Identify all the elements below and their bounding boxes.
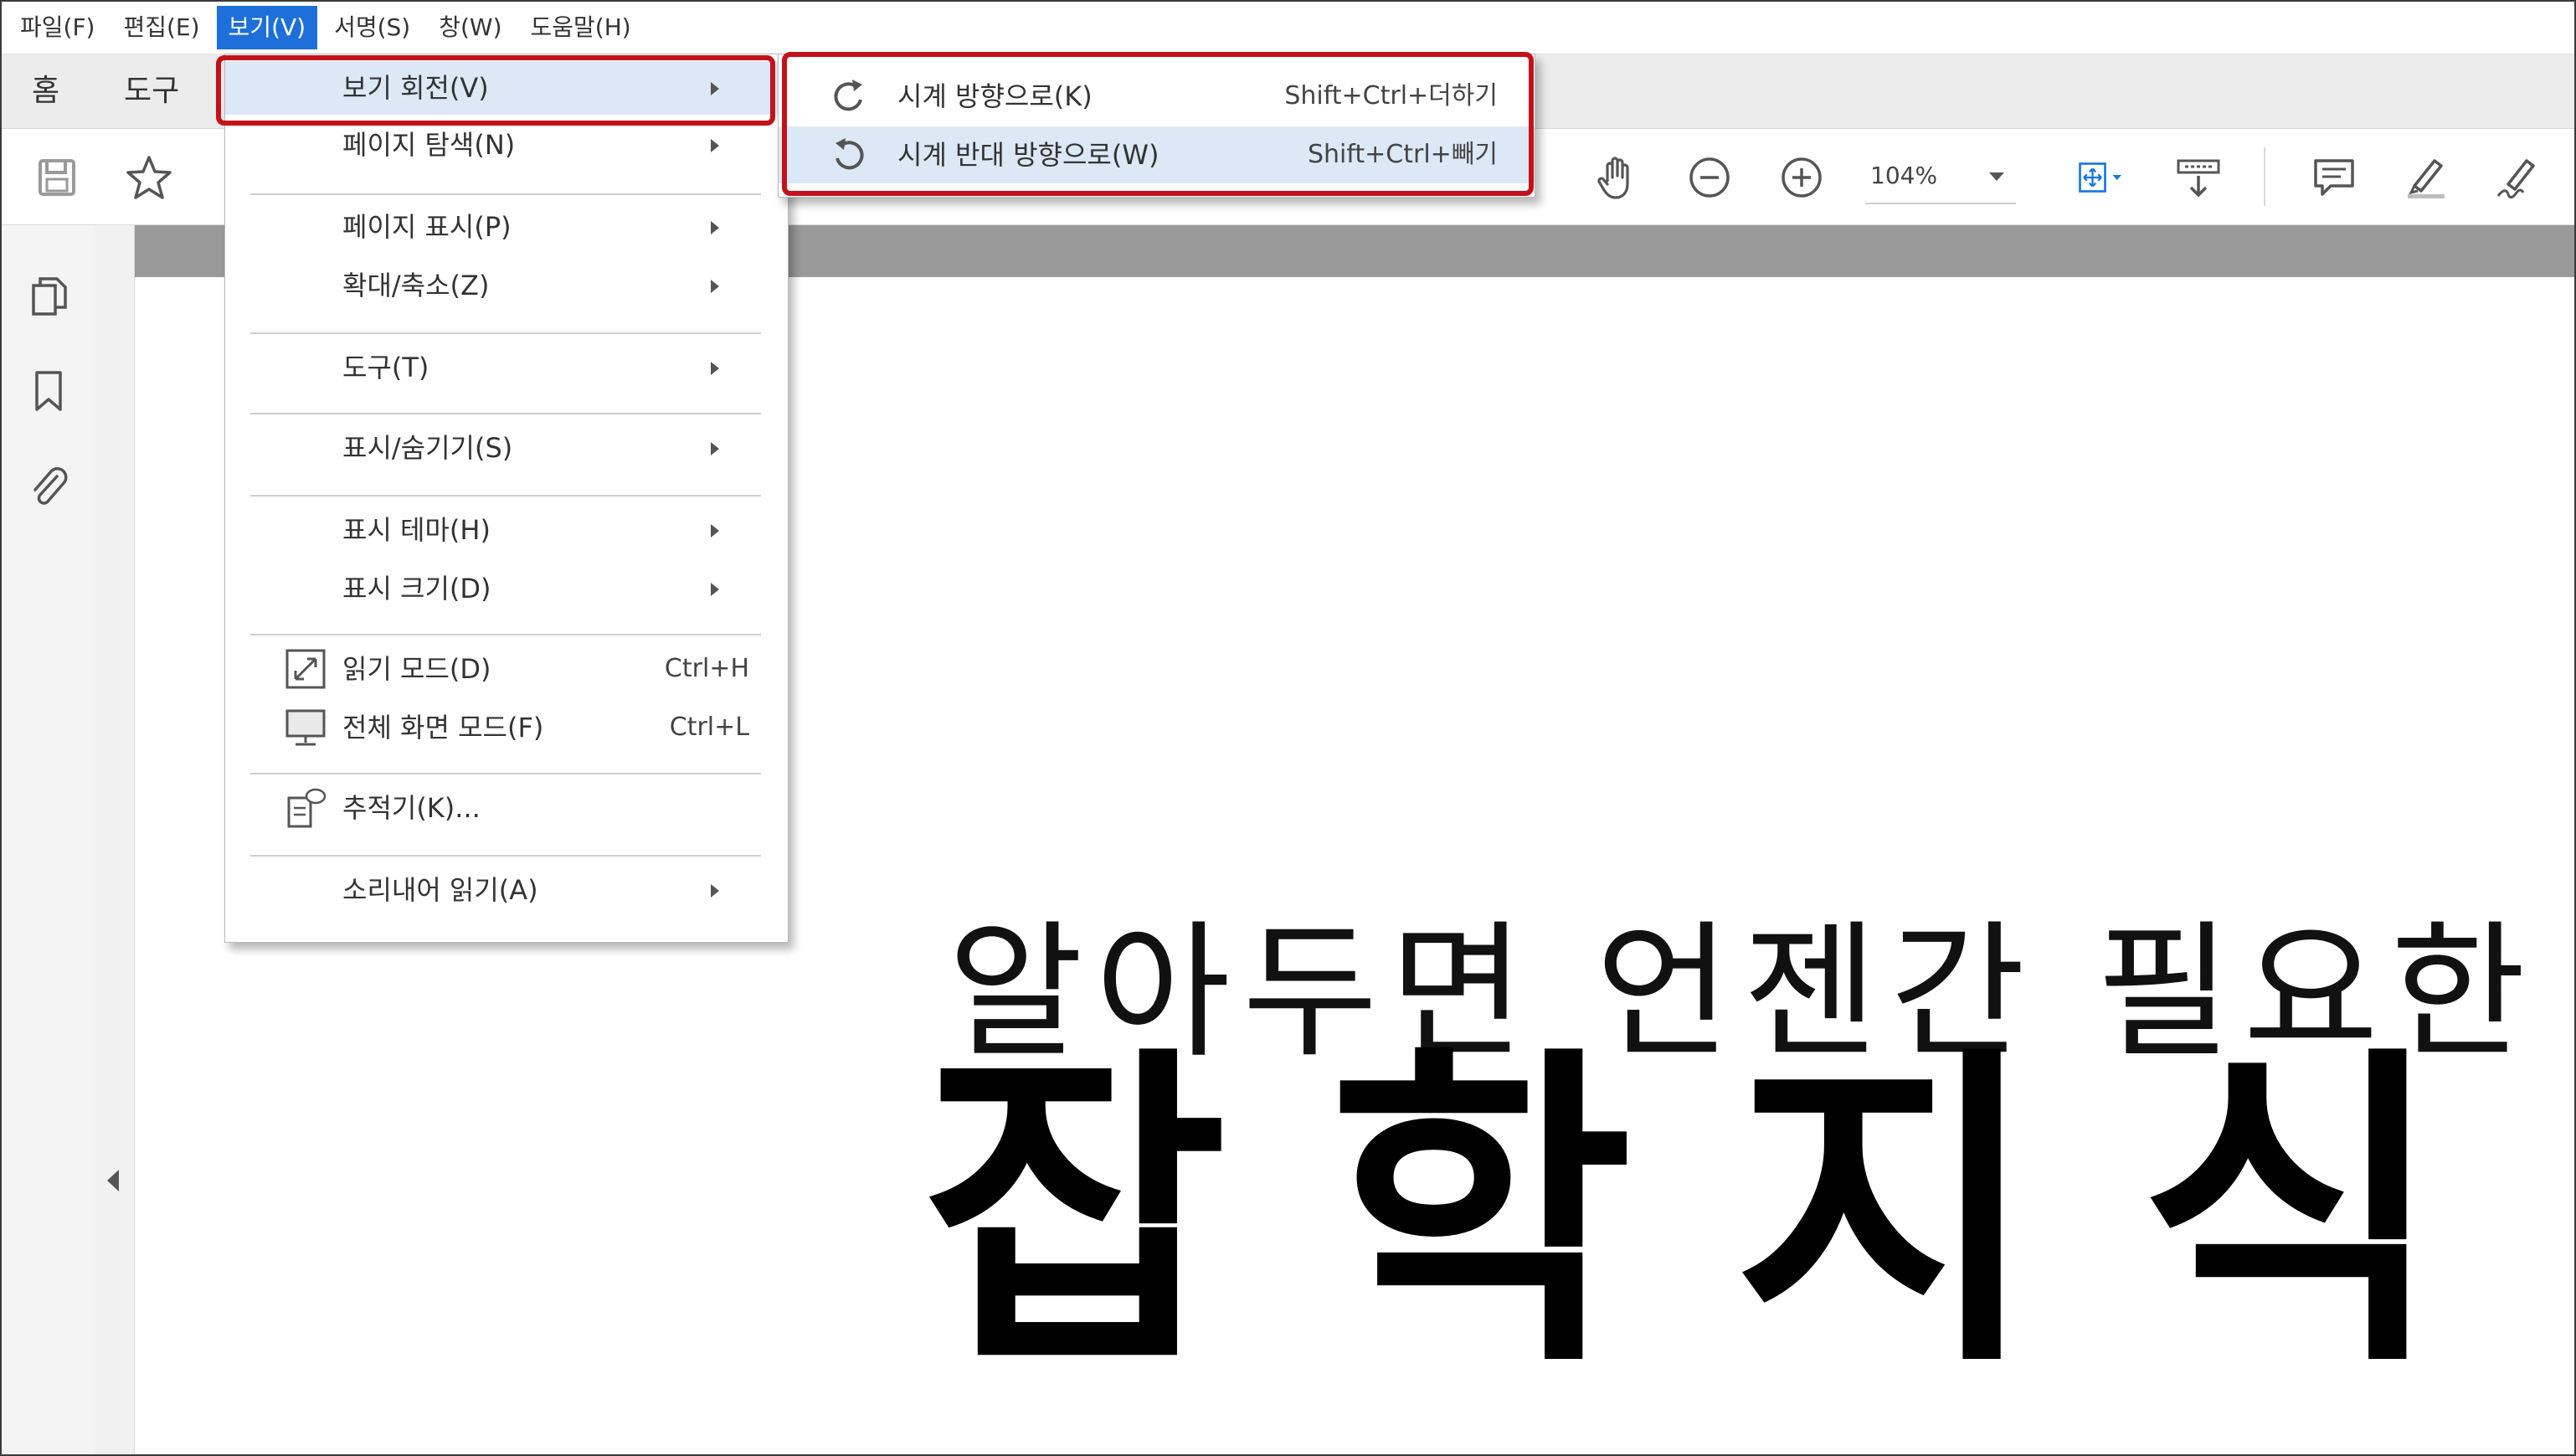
menu-item-page-navigation[interactable]: 페이지 탐색(N): [225, 118, 788, 172]
chevron-down-icon: [1989, 172, 2004, 181]
app-window: 파일(F) 편집(E) 보기(V) 서명(S) 창(W) 도움말(H) 홈 도구…: [0, 0, 2576, 1456]
tracker-icon: [287, 788, 326, 828]
submenu-arrow-icon: [711, 221, 719, 234]
bookmark-icon[interactable]: [22, 364, 75, 418]
attachment-icon[interactable]: [22, 460, 75, 513]
highlight-box-rotate-submenu: [782, 52, 1534, 196]
highlight-box-rotate-view: [216, 55, 775, 126]
submenu-arrow-icon: [711, 280, 719, 293]
menu-file[interactable]: 파일(F): [8, 6, 106, 49]
menu-separator: [250, 332, 761, 334]
menu-bar: 파일(F) 편집(E) 보기(V) 서명(S) 창(W) 도움말(H): [2, 2, 2574, 54]
submenu-arrow-icon: [711, 524, 719, 538]
sign-icon[interactable]: [2486, 146, 2550, 209]
submenu-arrow-icon: [711, 362, 719, 375]
menu-separator: [250, 773, 761, 774]
menu-item-display-size[interactable]: 표시 크기(D): [225, 562, 788, 615]
menu-edit[interactable]: 편집(E): [111, 6, 211, 49]
fit-page-icon[interactable]: [2063, 146, 2140, 209]
menu-separator: [250, 495, 761, 496]
reading-mode-icon: [285, 649, 326, 689]
hand-icon[interactable]: [1586, 146, 1649, 209]
menu-item-zoom[interactable]: 확대/축소(Z): [225, 259, 788, 312]
scroll-mode-icon[interactable]: [2167, 146, 2230, 209]
zoom-level-value: 104%: [1870, 162, 1938, 189]
panel-collapse-bar[interactable]: [95, 225, 135, 1454]
menu-window[interactable]: 창(W): [427, 6, 513, 49]
zoom-level-select[interactable]: 104%: [1865, 147, 2016, 204]
submenu-arrow-icon: [711, 139, 719, 152]
menu-item-page-display[interactable]: 페이지 표시(P): [225, 200, 788, 254]
monitor-icon: [285, 709, 326, 746]
menu-item-full-screen[interactable]: 전체 화면 모드(F) Ctrl+L: [225, 701, 788, 754]
submenu-arrow-icon: [711, 442, 719, 455]
menu-separator: [250, 634, 761, 635]
menu-item-display-theme[interactable]: 표시 테마(H): [225, 503, 788, 557]
menu-separator: [250, 193, 761, 195]
left-nav-panel: [2, 225, 96, 1454]
menu-item-tracker[interactable]: 추적기(K)...: [225, 781, 788, 835]
highlight-icon[interactable]: [2394, 146, 2458, 209]
menu-separator: [250, 855, 761, 857]
comment-icon[interactable]: [2302, 146, 2366, 209]
menu-item-read-aloud[interactable]: 소리내어 읽기(A): [225, 863, 788, 917]
menu-separator: [250, 413, 761, 414]
save-icon[interactable]: [25, 146, 89, 209]
menu-item-reading-mode[interactable]: 읽기 모드(D) Ctrl+H: [225, 642, 788, 696]
menu-item-show-hide[interactable]: 표시/숨기기(S): [225, 421, 788, 475]
menu-sign[interactable]: 서명(S): [322, 6, 422, 49]
pages-icon[interactable]: [22, 270, 75, 324]
document-title: 잡학지식: [923, 1021, 2545, 1407]
zoom-in-icon[interactable]: [1770, 146, 1833, 209]
submenu-arrow-icon: [711, 884, 719, 898]
tab-home[interactable]: 홈: [32, 54, 59, 128]
view-menu: 보기 회전(V) 페이지 탐색(N) 페이지 표시(P) 확대/축소(Z) 도구…: [224, 54, 789, 943]
collapse-arrow-icon[interactable]: [107, 1170, 119, 1191]
submenu-arrow-icon: [711, 583, 719, 596]
zoom-out-icon[interactable]: [1678, 146, 1741, 209]
star-icon[interactable]: [117, 146, 181, 209]
tab-tools[interactable]: 도구: [124, 54, 179, 128]
menu-view[interactable]: 보기(V): [216, 6, 318, 49]
menu-help[interactable]: 도움말(H): [519, 6, 643, 49]
toolbar-divider: [2264, 147, 2265, 206]
menu-item-tools[interactable]: 도구(T): [225, 341, 788, 394]
